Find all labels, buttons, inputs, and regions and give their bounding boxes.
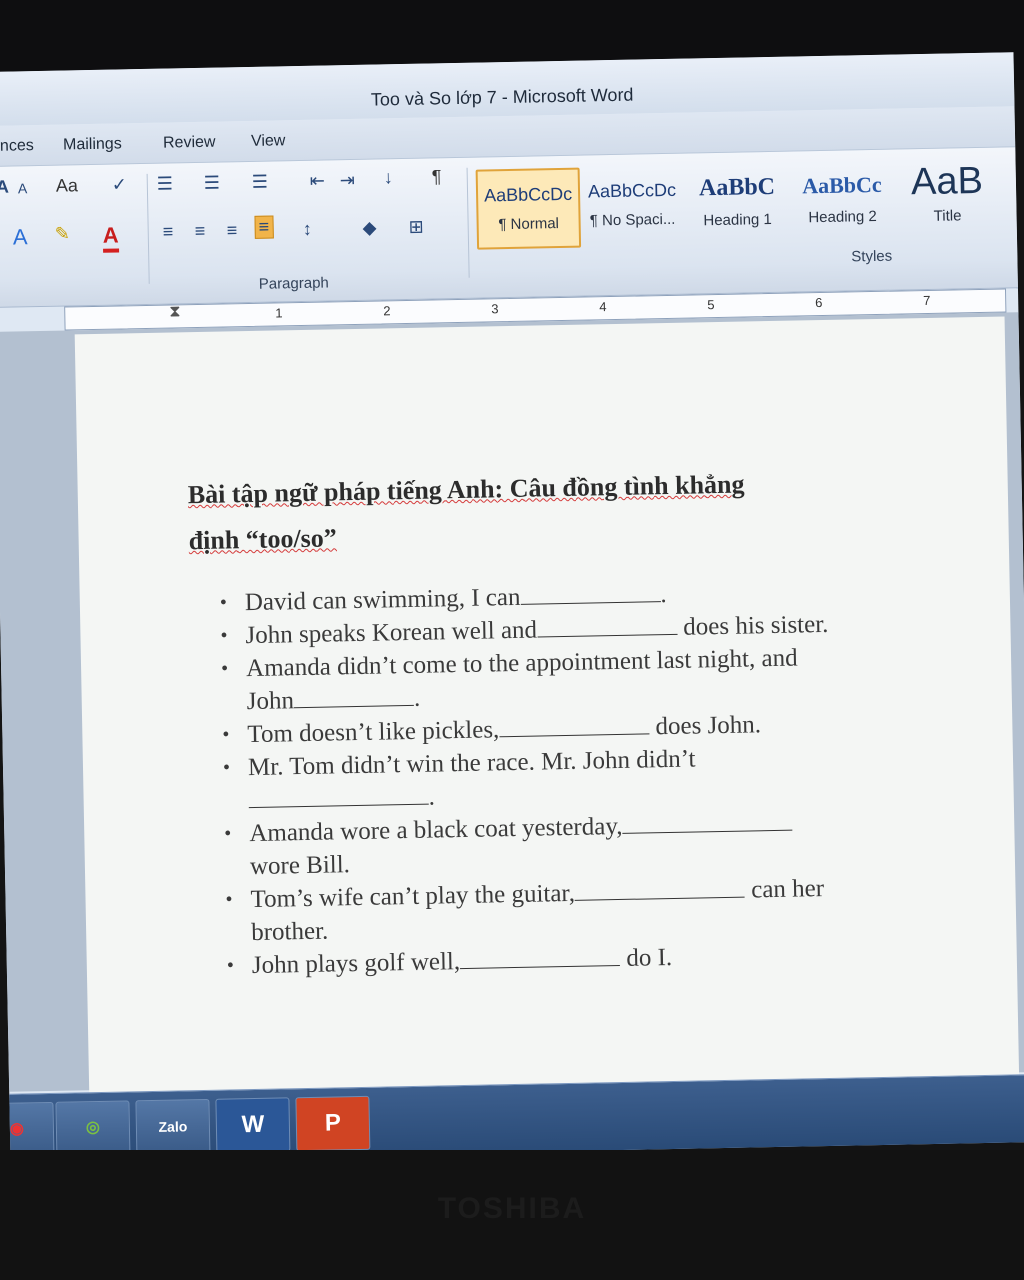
- grow-font-icon[interactable]: A: [0, 177, 9, 198]
- ruler-number: 6: [815, 294, 823, 311]
- ribbon: A A Aa ✓ A ✎ A ☰ ☰ ☰ ⇤ ⇥ ↓ ¶ ≡ ≡ ≡ ≡ ↕ ◆…: [0, 146, 1018, 308]
- ruler-number: 3: [491, 301, 499, 317]
- style-sample: AaBbCc: [801, 171, 882, 199]
- shading-icon[interactable]: ◆: [363, 218, 377, 239]
- ruler-number: 4: [599, 299, 607, 315]
- ruler-number: 1: [275, 305, 283, 321]
- item-text: .: [428, 783, 436, 811]
- ruler-number: 5: [707, 297, 715, 313]
- exercise-list: David can swimming, I can. John speaks K…: [220, 575, 847, 983]
- style-name: ¶ No Spaci...: [589, 210, 676, 230]
- answer-blank[interactable]: [622, 809, 793, 834]
- monitor-brand: TOSHIBA: [437, 1192, 587, 1225]
- show-formatting-icon[interactable]: ¶: [432, 166, 442, 187]
- word-window: Too và So lớp 7 - Microsoft Word ences M…: [0, 52, 1024, 1162]
- document-title: Bài tập ngữ pháp tiếng Anh: Câu đồng tìn…: [187, 460, 839, 564]
- answer-blank[interactable]: [499, 713, 650, 738]
- indent-marker-icon[interactable]: ⧗: [169, 303, 181, 321]
- item-text: does John.: [655, 711, 762, 741]
- title-line-1: Bài tập ngữ pháp tiếng Anh: Câu đồng tìn…: [187, 469, 745, 510]
- style-name: Heading 2: [808, 207, 877, 227]
- style-sample: AaBbC: [698, 173, 776, 202]
- styles-group-label: Styles: [851, 247, 893, 266]
- item-text: Mr. Tom didn’t win the race. Mr. John di…: [247, 745, 696, 782]
- item-text: Tom’s wife can’t play the guitar,: [250, 879, 576, 914]
- item-text: Amanda wore a black coat yesterday,: [249, 812, 623, 848]
- window-title: Too và So lớp 7 - Microsoft Word: [370, 84, 634, 110]
- document-page[interactable]: Bài tập ngữ pháp tiếng Anh: Câu đồng tìn…: [74, 316, 1020, 1095]
- tab-view[interactable]: View: [251, 132, 286, 151]
- zalo-icon[interactable]: Zalo: [135, 1098, 211, 1155]
- highlight-icon[interactable]: ✎: [55, 223, 70, 244]
- sort-icon[interactable]: ↓: [384, 167, 393, 188]
- list-item: Amanda wore a black coat yesterday, wore…: [224, 806, 845, 884]
- shrink-font-icon[interactable]: A: [18, 180, 28, 196]
- item-text: .: [660, 581, 667, 609]
- ruler-number: 2: [383, 303, 391, 319]
- change-case-icon[interactable]: Aa: [56, 175, 78, 196]
- item-text: Tom doesn’t like pickles,: [247, 716, 500, 749]
- tab-mailings[interactable]: Mailings: [63, 135, 122, 154]
- separator: [466, 167, 470, 278]
- item-text: do I.: [626, 943, 673, 972]
- item-text: wore Bill.: [249, 851, 351, 881]
- tab-references[interactable]: ences: [0, 137, 34, 156]
- powerpoint-icon[interactable]: P: [295, 1095, 371, 1152]
- style-name: Title: [933, 207, 962, 225]
- chrome-icon[interactable]: ◉: [0, 1101, 55, 1158]
- borders-icon[interactable]: ⊞: [408, 217, 423, 238]
- style-sample: AaBbCcDc: [587, 179, 677, 202]
- align-left-icon[interactable]: ≡: [163, 221, 174, 242]
- multilevel-list-icon[interactable]: ☰: [252, 172, 269, 193]
- ruler-number: 7: [923, 292, 931, 309]
- style-sample: AaBbCcDc: [483, 183, 573, 206]
- style-title[interactable]: AaB Title: [897, 160, 998, 238]
- style-name: Heading 1: [703, 210, 772, 230]
- paragraph-group-label: Paragraph: [258, 274, 329, 293]
- justify-icon[interactable]: ≡: [254, 215, 274, 239]
- list-item: Mr. Tom didn’t win the race. Mr. John di…: [223, 740, 844, 818]
- style-normal[interactable]: AaBbCcDc ¶ Normal: [475, 167, 582, 250]
- line-spacing-icon[interactable]: ↕: [303, 219, 312, 240]
- style-name: ¶ Normal: [498, 215, 560, 234]
- document-workspace: Bài tập ngữ pháp tiếng Anh: Câu đồng tìn…: [0, 312, 1024, 1095]
- center-icon[interactable]: ≡: [195, 221, 206, 242]
- bullets-icon[interactable]: ☰: [157, 173, 174, 194]
- item-text: David can swimming, I can: [244, 583, 521, 617]
- coccoc-icon[interactable]: ◎: [55, 1100, 131, 1156]
- font-color-icon[interactable]: A: [102, 222, 120, 253]
- list-item: Tom’s wife can’t play the guitar, can he…: [225, 872, 846, 950]
- decrease-indent-icon[interactable]: ⇤: [310, 171, 325, 192]
- numbering-icon[interactable]: ☰: [204, 173, 221, 194]
- answer-blank[interactable]: [459, 944, 621, 970]
- answer-blank[interactable]: [248, 783, 429, 809]
- tab-review[interactable]: Review: [163, 134, 216, 153]
- answer-blank[interactable]: [520, 581, 661, 605]
- increase-indent-icon[interactable]: ⇥: [340, 170, 355, 191]
- item-text: does his sister.: [683, 610, 829, 641]
- item-text: John plays golf well,: [251, 948, 461, 980]
- item-text: John speaks Korean well and: [245, 616, 538, 650]
- style-no-spacing[interactable]: AaBbCcDc ¶ No Spaci...: [582, 166, 683, 244]
- separator: [146, 173, 150, 284]
- answer-blank[interactable]: [574, 876, 746, 901]
- word-icon[interactable]: W: [215, 1097, 291, 1153]
- style-heading-1[interactable]: AaBbC Heading 1: [687, 164, 788, 242]
- text-effects-icon[interactable]: A: [13, 224, 28, 250]
- item-text: .: [413, 684, 421, 712]
- spelling-icon[interactable]: ✓: [112, 174, 127, 195]
- answer-blank[interactable]: [536, 613, 678, 638]
- style-sample: AaB: [910, 159, 984, 204]
- monitor-bezel-bottom: TOSHIBA: [0, 1150, 1024, 1280]
- style-heading-2[interactable]: AaBbCc Heading 2: [792, 162, 893, 240]
- title-line-2: định “too/so”: [188, 523, 338, 556]
- answer-blank[interactable]: [293, 684, 415, 709]
- list-item: Amanda didn’t come to the appointment la…: [221, 641, 842, 719]
- align-right-icon[interactable]: ≡: [227, 220, 238, 241]
